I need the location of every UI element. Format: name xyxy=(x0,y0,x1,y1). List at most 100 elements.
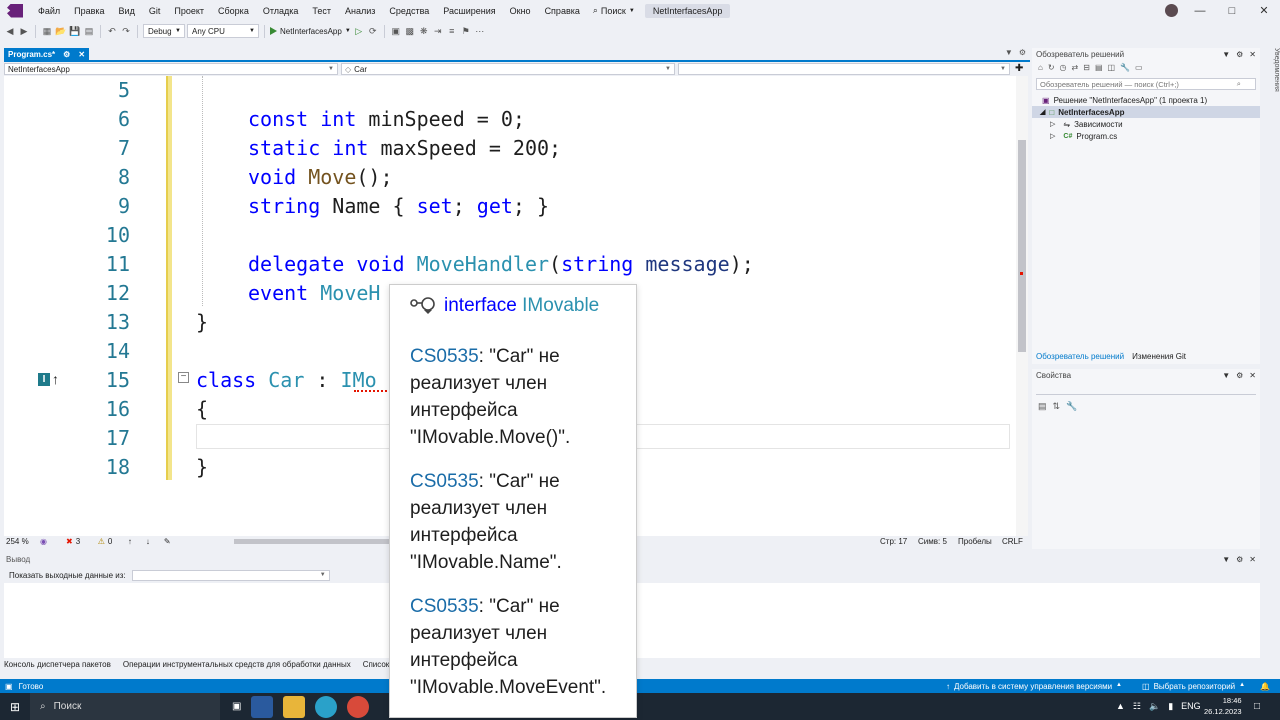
file-explorer-icon[interactable] xyxy=(283,695,306,718)
close-icon[interactable]: ✕ xyxy=(1249,371,1256,380)
error-icon[interactable]: ✖ xyxy=(66,537,73,546)
error-count[interactable]: 3 xyxy=(76,537,98,546)
menu-build[interactable]: Сборка xyxy=(211,6,256,16)
dropdown-icon[interactable]: ▼ xyxy=(1222,555,1230,564)
menu-file[interactable]: Файл xyxy=(31,6,67,16)
tab-data-tools-operations[interactable]: Операции инструментальных средств для об… xyxy=(123,660,351,672)
tab-list-icon[interactable]: ▼ xyxy=(1005,48,1013,57)
search-menu[interactable]: ⌕ Поиск ▼ xyxy=(593,5,635,16)
tab-program-cs[interactable]: Program.cs* ⚙ ✕ xyxy=(4,48,90,60)
bookmark-icon[interactable]: ⚑ xyxy=(460,25,472,37)
pin-icon[interactable]: ⚙ xyxy=(1236,371,1243,380)
next-issue-icon[interactable]: ↓ xyxy=(146,537,164,546)
indent-icon[interactable]: ≡ xyxy=(446,25,458,37)
menu-view[interactable]: Вид xyxy=(112,6,142,16)
tree-item-program-cs[interactable]: ▷ C# Program.cs xyxy=(1032,130,1260,142)
project-dropdown[interactable]: NetInterfacesApp ▼ xyxy=(4,63,338,75)
properties-object-select[interactable] xyxy=(1036,385,1256,395)
forward-icon[interactable]: ▶ xyxy=(18,25,30,37)
open-icon[interactable]: 📂 xyxy=(55,25,67,37)
dropdown-icon[interactable]: ▼ xyxy=(1222,371,1230,380)
diagnostic-code-link[interactable]: CS0535 xyxy=(410,596,479,617)
configuration-select[interactable]: Debug ▼ xyxy=(143,24,185,38)
pin-icon[interactable]: ⚙ xyxy=(1236,50,1243,59)
volume-icon[interactable]: 🔈 xyxy=(1149,701,1160,712)
menu-tools[interactable]: Средства xyxy=(382,6,436,16)
hot-reload-icon[interactable]: ⟳ xyxy=(367,25,379,37)
notifications-sidebar[interactable]: Уведомления xyxy=(1262,48,1280,678)
warning-icon[interactable]: ⚠ xyxy=(98,537,105,546)
pin-icon[interactable]: ⚙ xyxy=(63,50,70,59)
tree-item-solution[interactable]: ▣ Решение "NetInterfacesApp" (1 проекта … xyxy=(1032,94,1260,106)
menu-debug[interactable]: Отладка xyxy=(256,6,306,16)
intellicode-icon[interactable]: ◉ xyxy=(40,537,66,546)
member-dropdown[interactable]: ▼ xyxy=(678,63,1010,75)
store-icon[interactable] xyxy=(251,695,274,718)
home-icon[interactable]: ⌂ xyxy=(1038,63,1043,72)
close-icon[interactable]: ✕ xyxy=(1249,50,1256,59)
scroll-thumb[interactable] xyxy=(234,539,394,544)
notification-bell-icon[interactable]: 🔔 xyxy=(1260,682,1270,691)
back-icon[interactable]: ◀ xyxy=(4,25,16,37)
preview-icon[interactable]: ▭ xyxy=(1135,63,1143,72)
tab-git-changes[interactable]: Изменения Git xyxy=(1132,352,1186,364)
expand-icon[interactable]: ◢ xyxy=(1040,108,1045,116)
properties-icon[interactable]: 🔧 xyxy=(1120,63,1130,72)
network-icon[interactable]: ☷ xyxy=(1133,701,1141,712)
tab-package-manager-console[interactable]: Консоль диспетчера пакетов xyxy=(4,660,111,672)
pin-icon[interactable]: ⚙ xyxy=(1236,555,1243,564)
scroll-thumb[interactable] xyxy=(1018,140,1026,352)
save-icon[interactable]: 💾 xyxy=(69,25,81,37)
task-view-icon[interactable]: ▣ xyxy=(232,701,241,712)
output-source-select[interactable]: ▼ xyxy=(131,569,330,581)
step-icon[interactable]: ⇥ xyxy=(432,25,444,37)
menu-extensions[interactable]: Расширения xyxy=(436,6,502,16)
platform-select[interactable]: Any CPU ▼ xyxy=(187,24,259,38)
menu-git[interactable]: Git xyxy=(142,6,168,16)
save-all-icon[interactable]: ▤ xyxy=(83,25,95,37)
collapse-toggle[interactable]: − xyxy=(178,372,189,383)
solution-search-input[interactable]: Обозреватель решений — поиск (Ctrl+;) ⌕ xyxy=(1036,78,1256,90)
browser-link-icon[interactable]: ▣ xyxy=(390,25,402,37)
close-icon[interactable]: ✕ xyxy=(1249,555,1256,564)
undo-icon[interactable]: ↶ xyxy=(106,25,118,37)
warning-count[interactable]: 0 xyxy=(108,537,128,546)
language-indicator[interactable]: ENG xyxy=(1181,701,1201,712)
tree-item-project[interactable]: ◢ □ NetInterfacesApp xyxy=(1032,106,1260,118)
collapse-icon[interactable]: ▷ xyxy=(1050,120,1055,128)
code-cleanup-icon[interactable]: ✎ xyxy=(164,537,184,546)
run-button[interactable]: NetInterfacesApp ▼ xyxy=(270,27,351,36)
close-button[interactable]: ✕ xyxy=(1248,0,1280,21)
chevron-up-icon[interactable]: ▲ xyxy=(1116,701,1125,712)
tree-item-dependencies[interactable]: ▷ ⇋ Зависимости xyxy=(1032,118,1260,130)
line-ending[interactable]: CRLF xyxy=(1002,537,1023,546)
type-dropdown[interactable]: ◇ Car ▼ xyxy=(341,63,675,75)
categorized-icon[interactable]: ▤ xyxy=(1038,401,1047,412)
dropdown-icon[interactable]: ▼ xyxy=(1222,50,1230,59)
tab-solution-explorer[interactable]: Обозреватель решений xyxy=(1036,352,1124,364)
menu-window[interactable]: Окно xyxy=(503,6,538,16)
comment-icon[interactable]: ⋯ xyxy=(474,25,486,37)
split-icon[interactable]: ✚ xyxy=(1015,63,1023,75)
avatar[interactable] xyxy=(1165,4,1178,17)
windows-start-icon[interactable]: ⊞ xyxy=(10,700,20,714)
maximize-button[interactable]: □ xyxy=(1216,0,1248,21)
switch-views-icon[interactable]: ⇄ xyxy=(1072,63,1079,72)
collapse-all-icon[interactable]: ⊟ xyxy=(1083,63,1090,72)
menu-help[interactable]: Справка xyxy=(538,6,587,16)
bug-icon[interactable]: ❋ xyxy=(418,25,430,37)
taskbar-search[interactable]: ⌕ Поиск xyxy=(30,693,220,720)
new-project-icon[interactable]: ▦ xyxy=(41,25,53,37)
alphabetical-icon[interactable]: ⇅ xyxy=(1053,401,1061,412)
property-pages-icon[interactable]: 🔧 xyxy=(1066,401,1077,412)
diagnostic-code-link[interactable]: CS0535 xyxy=(410,346,479,367)
run-without-debug-icon[interactable]: ▷ xyxy=(353,25,365,37)
history-icon[interactable]: ◷ xyxy=(1060,63,1067,72)
settings-icon[interactable]: ⚙ xyxy=(1019,48,1026,57)
menu-analyze[interactable]: Анализ xyxy=(338,6,382,16)
editor-vertical-scrollbar[interactable] xyxy=(1016,76,1028,536)
indentation-mode[interactable]: Пробелы xyxy=(958,537,992,546)
filter-icon[interactable]: ◫ xyxy=(1108,63,1116,72)
action-center-icon[interactable]: □ xyxy=(1254,701,1260,712)
menu-project[interactable]: Проект xyxy=(167,6,211,16)
